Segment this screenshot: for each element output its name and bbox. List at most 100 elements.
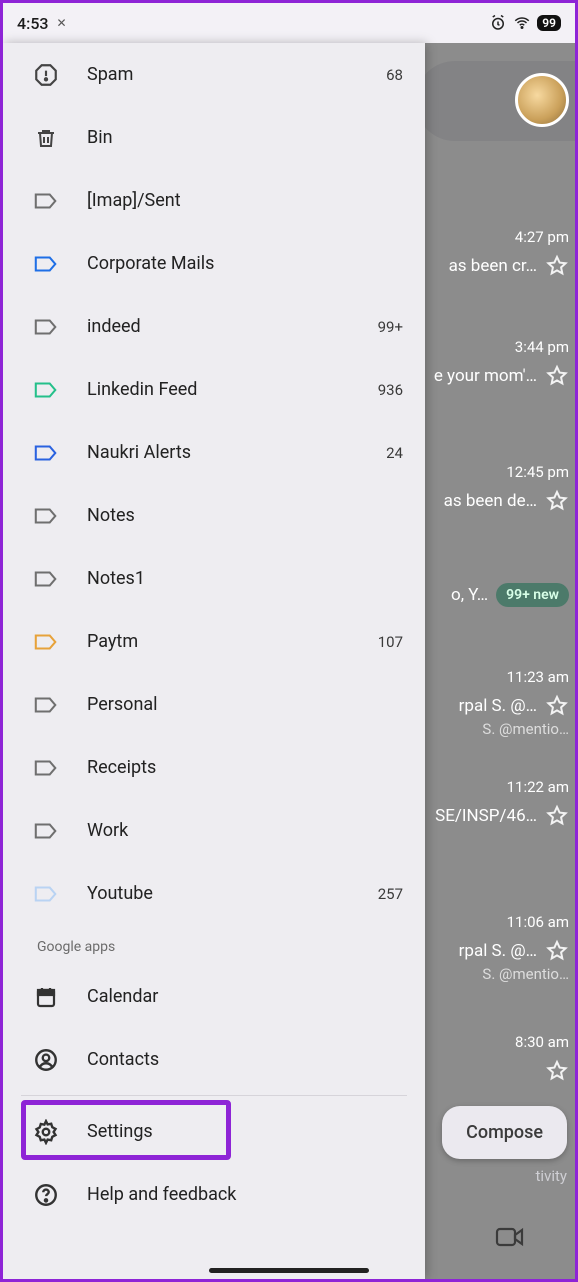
bg-mail-time: 11:06 am [409, 913, 569, 931]
nav-item-count: 99+ [378, 318, 403, 336]
wifi-icon [513, 14, 531, 32]
nav-item-label: Spam [87, 64, 358, 85]
bg-mail-text: SE/INSP/46… [435, 806, 537, 826]
star-icon[interactable] [545, 694, 569, 718]
nav-item-label: indeed [87, 316, 350, 337]
nav-item-count: 936 [378, 381, 403, 399]
status-signal-icon: ✕ [57, 16, 67, 30]
nav-drawer: Spam 68 Bin [Imap]/Sent Corporate Mails … [3, 43, 425, 1279]
nav-item-settings[interactable]: Settings [3, 1100, 425, 1163]
label-icon [33, 692, 59, 718]
nav-item-linkedin-feed[interactable]: Linkedin Feed 936 [3, 358, 425, 421]
label-icon [33, 188, 59, 214]
star-icon[interactable] [545, 254, 569, 278]
battery-badge: 99 [537, 15, 561, 31]
nav-item-spam[interactable]: Spam 68 [3, 43, 425, 106]
bg-mail-text: rpal S. @… [459, 941, 537, 961]
nav-item-label: Settings [87, 1121, 403, 1142]
divider [21, 1095, 407, 1096]
nav-item-label: Personal [87, 694, 375, 715]
label-icon [33, 440, 59, 466]
alarm-icon [489, 14, 507, 32]
bg-mail-time: 3:44 pm [409, 338, 569, 356]
new-badge: 99+ new [496, 583, 569, 607]
bg-mail-row[interactable]: 11:23 am rpal S. @… S. @mentio… [409, 668, 569, 738]
nav-item-work[interactable]: Work [3, 799, 425, 862]
nav-item-label: Receipts [87, 757, 375, 778]
compose-button[interactable]: Compose [442, 1106, 567, 1159]
nav-item-corporate-mails[interactable]: Corporate Mails [3, 232, 425, 295]
bg-mail-text: o, Y… [451, 585, 488, 605]
nav-item-calendar[interactable]: Calendar [3, 965, 425, 1028]
nav-item-label: Notes [87, 505, 375, 526]
nav-item-bin[interactable]: Bin [3, 106, 425, 169]
label-icon [33, 377, 59, 403]
bg-mail-text: as been de… [444, 491, 537, 511]
star-icon[interactable] [545, 489, 569, 513]
spam-icon [33, 62, 59, 88]
settings-icon [33, 1119, 59, 1145]
nav-item-help-and-feedback[interactable]: Help and feedback [3, 1163, 425, 1226]
bg-mail-text: rpal S. @… [459, 696, 537, 716]
bg-mail-row[interactable]: 8:30 am [409, 1033, 569, 1083]
compose-label: Compose [466, 1122, 543, 1143]
gesture-bar [209, 1268, 369, 1273]
calendar-icon [33, 984, 59, 1010]
label-icon [33, 314, 59, 340]
star-icon[interactable] [545, 804, 569, 828]
star-icon[interactable] [545, 1059, 569, 1083]
bg-activity-text: tivity [536, 1167, 567, 1185]
nav-item-label: Contacts [87, 1049, 403, 1070]
nav-item-label: Calendar [87, 986, 403, 1007]
meet-icon[interactable] [495, 1225, 525, 1249]
bg-mail-row[interactable]: 3:44 pm e your mom'… [409, 338, 569, 388]
bg-mail-row[interactable]: 11:06 am rpal S. @… S. @mentio… [409, 913, 569, 983]
nav-item-label: Work [87, 820, 375, 841]
nav-item-notes1[interactable]: Notes1 [3, 547, 425, 610]
nav-item--imap-sent[interactable]: [Imap]/Sent [3, 169, 425, 232]
nav-item-personal[interactable]: Personal [3, 673, 425, 736]
nav-item-label: Paytm [87, 631, 350, 652]
nav-item-youtube[interactable]: Youtube 257 [3, 862, 425, 925]
nav-item-label: Corporate Mails [87, 253, 375, 274]
nav-item-label: Bin [87, 127, 375, 148]
status-bar: 4:53 ✕ 99 [3, 3, 575, 43]
bg-mail-time: 12:45 pm [409, 463, 569, 481]
label-icon [33, 251, 59, 277]
label-icon [33, 881, 59, 907]
bg-mail-time: 11:23 am [409, 668, 569, 686]
nav-item-indeed[interactable]: indeed 99+ [3, 295, 425, 358]
status-time: 4:53 [17, 14, 49, 33]
nav-item-label: Help and feedback [87, 1184, 403, 1205]
bin-icon [33, 125, 59, 151]
bg-mail-text: e your mom'… [434, 366, 537, 386]
bg-mail-subtext: S. @mentio… [482, 720, 569, 738]
nav-item-label: [Imap]/Sent [87, 190, 375, 211]
nav-item-naukri-alerts[interactable]: Naukri Alerts 24 [3, 421, 425, 484]
nav-item-label: Youtube [87, 883, 350, 904]
help-icon [33, 1182, 59, 1208]
label-icon [33, 755, 59, 781]
bg-mail-row[interactable]: o, Y… 99+ new [409, 583, 569, 607]
label-icon [33, 818, 59, 844]
nav-item-count: 107 [378, 633, 403, 651]
bg-mail-row[interactable]: 11:22 amSE/INSP/46… [409, 778, 569, 828]
bg-mail-row[interactable]: 4:27 pmas been cr… [409, 228, 569, 278]
label-icon [33, 629, 59, 655]
section-header: Google apps [3, 925, 425, 965]
bg-mail-time: 4:27 pm [409, 228, 569, 246]
nav-item-count: 24 [386, 444, 403, 462]
bg-mail-row[interactable]: 12:45 pm as been de… [409, 463, 569, 513]
nav-item-contacts[interactable]: Contacts [3, 1028, 425, 1091]
contacts-icon [33, 1047, 59, 1073]
star-icon[interactable] [545, 364, 569, 388]
nav-item-receipts[interactable]: Receipts [3, 736, 425, 799]
nav-item-count: 68 [386, 66, 403, 84]
label-icon [33, 566, 59, 592]
nav-item-label: Notes1 [87, 568, 375, 589]
bg-mail-subtext: S. @mentio… [482, 965, 569, 983]
nav-item-paytm[interactable]: Paytm 107 [3, 610, 425, 673]
nav-item-notes[interactable]: Notes [3, 484, 425, 547]
nav-item-label: Linkedin Feed [87, 379, 350, 400]
star-icon[interactable] [545, 939, 569, 963]
